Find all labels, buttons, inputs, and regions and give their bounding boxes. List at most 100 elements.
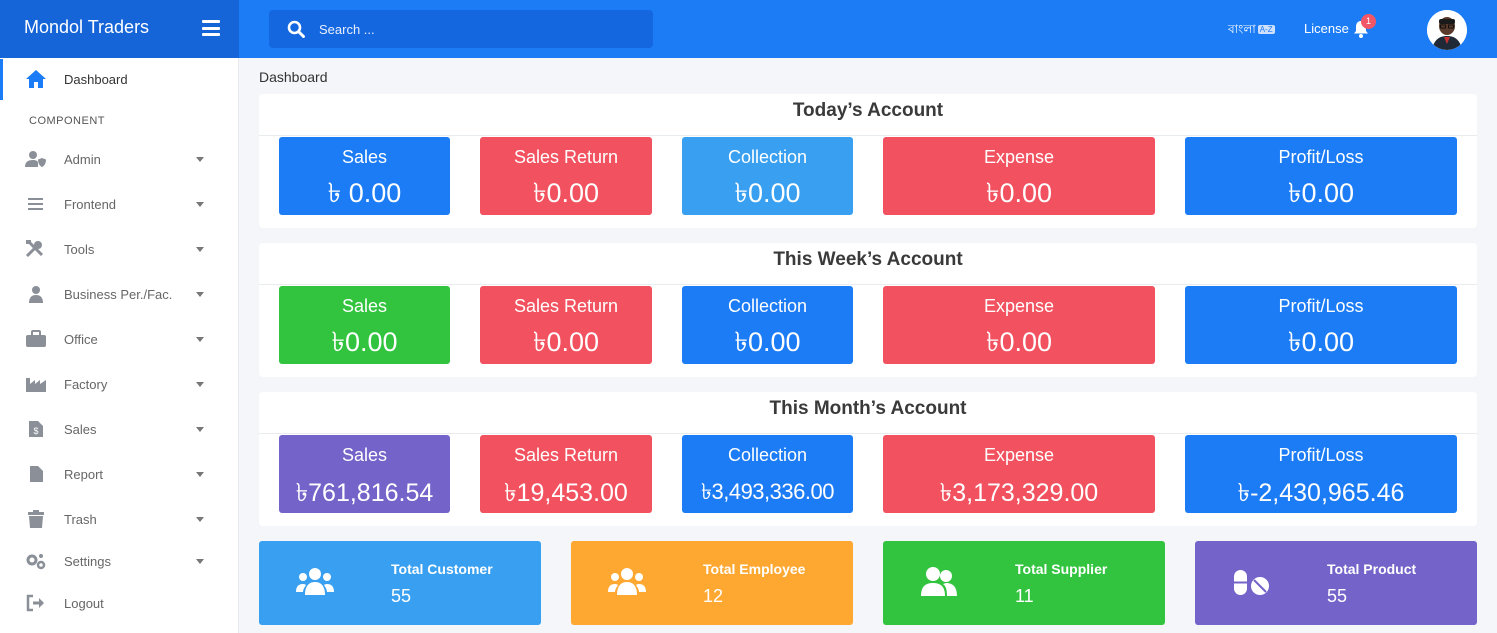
stat-card-profit-loss[interactable]: Profit/Loss ৳-2,430,965.46 <box>1185 435 1457 513</box>
sidebar-item-label: Business Per./Fac. <box>64 287 173 302</box>
sidebar-item-label: Trash <box>64 512 97 527</box>
sidebar-item-office[interactable]: Office <box>0 322 239 356</box>
sidebar-item-dashboard[interactable]: Dashboard <box>0 59 239 100</box>
sidebar-item-report[interactable]: Report <box>0 457 239 491</box>
sidebar-item-label: Frontend <box>64 197 117 212</box>
chevron-down-icon <box>196 202 204 207</box>
stat-value: ৳0.00 <box>734 178 801 208</box>
stat-label: Sales Return <box>513 296 619 316</box>
notification-badge: 1 <box>1361 14 1376 29</box>
stat-value: ৳0.00 <box>734 327 801 357</box>
stat-value: ৳3,493,336.00 <box>701 479 834 504</box>
language-switch[interactable]: বাংলা A-Z <box>1228 21 1275 41</box>
stat-card-expense[interactable]: Expense ৳0.00 <box>883 286 1155 364</box>
sidebar-item-label: Admin <box>64 152 101 167</box>
sidebar-item-frontend[interactable]: Frontend <box>0 187 239 221</box>
bars-icon <box>28 198 43 210</box>
card-value: 11 <box>1015 586 1034 606</box>
stat-card-sales-return[interactable]: Sales Return ৳0.00 <box>480 137 652 215</box>
stat-card-expense[interactable]: Expense ৳0.00 <box>883 137 1155 215</box>
stat-label: Sales <box>341 147 388 167</box>
industry-icon <box>26 378 46 392</box>
file-invoice-dollar-icon: $ <box>29 421 43 437</box>
menu-toggle-icon[interactable] <box>202 20 220 36</box>
total-product-card[interactable]: Total Product 55 <box>1195 541 1477 625</box>
sidebar-item-logout[interactable]: Logout <box>0 586 239 620</box>
total-supplier-card[interactable]: Total Supplier 11 <box>883 541 1165 625</box>
users-icon <box>296 568 334 595</box>
sidebar-item-label: Dashboard <box>64 72 128 87</box>
search-input[interactable] <box>319 10 639 48</box>
stat-label: Sales <box>341 296 388 316</box>
user-shield-icon <box>25 151 46 167</box>
license-link[interactable]: License <box>1304 21 1349 36</box>
sidebar-item-label: Factory <box>64 377 108 392</box>
stat-label: Profit/Loss <box>1278 147 1364 167</box>
file-icon <box>30 466 43 482</box>
stat-label: Expense <box>983 296 1055 316</box>
trash-icon <box>28 510 44 528</box>
chevron-down-icon <box>196 247 204 252</box>
stat-card-profit-loss[interactable]: Profit/Loss ৳0.00 <box>1185 286 1457 364</box>
stat-label: Sales Return <box>513 147 619 167</box>
stat-label: Collection <box>727 147 808 167</box>
sidebar-item-business[interactable]: Business Per./Fac. <box>0 277 239 311</box>
total-employee-card[interactable]: Total Employee 12 <box>571 541 853 625</box>
search-icon[interactable] <box>287 20 305 38</box>
divider <box>259 433 1477 434</box>
stat-card-profit-loss[interactable]: Profit/Loss ৳0.00 <box>1185 137 1457 215</box>
stat-card-collection[interactable]: Collection ৳3,493,336.00 <box>682 435 853 513</box>
stat-card-collection[interactable]: Collection ৳0.00 <box>682 286 853 364</box>
sidebar-item-factory[interactable]: Factory <box>0 367 239 401</box>
stat-card-sales[interactable]: Sales ৳ 0.00 <box>279 137 450 215</box>
sidebar-item-label: Tools <box>64 242 95 257</box>
stat-card-collection[interactable]: Collection ৳0.00 <box>682 137 853 215</box>
sidebar-item-label: Logout <box>64 596 104 611</box>
sidebar-item-label: Office <box>64 332 98 347</box>
sidebar-item-label: Report <box>64 467 104 482</box>
stat-value: ৳0.00 <box>986 178 1052 208</box>
chevron-down-icon <box>196 157 204 162</box>
panel-title: This Month’s Account <box>769 398 967 419</box>
sidebar-item-admin[interactable]: Admin <box>0 142 239 176</box>
today-account-panel: Today’s Account Sales ৳ 0.00 Sales Retur… <box>259 94 1477 228</box>
stat-value: ৳ 0.00 <box>327 178 402 208</box>
language-badge: A-Z <box>1257 25 1275 35</box>
tools-icon <box>25 240 44 258</box>
chevron-down-icon <box>196 292 204 297</box>
stat-value: ৳0.00 <box>533 178 599 208</box>
users-icon <box>608 568 646 595</box>
stat-label: Profit/Loss <box>1278 445 1364 465</box>
stat-value: ৳761,816.54 <box>295 479 434 507</box>
stat-value: ৳0.00 <box>1288 327 1354 357</box>
search-box <box>269 10 653 48</box>
panel-title: This Week’s Account <box>773 249 963 270</box>
stat-card-sales-return[interactable]: Sales Return ৳19,453.00 <box>480 435 652 513</box>
divider <box>259 284 1477 285</box>
sidebar-item-trash[interactable]: Trash <box>0 502 239 536</box>
stat-value: ৳0.00 <box>986 327 1052 357</box>
sign-out-icon <box>26 594 44 612</box>
avatar[interactable] <box>1427 10 1467 50</box>
sidebar-item-tools[interactable]: Tools <box>0 232 239 266</box>
brand-name[interactable]: Mondol Traders <box>24 17 149 38</box>
stat-card-sales-return[interactable]: Sales Return ৳0.00 <box>480 286 652 364</box>
stat-label: Collection <box>727 445 808 465</box>
sidebar-item-sales[interactable]: $ Sales <box>0 412 239 446</box>
cogs-icon <box>26 554 46 570</box>
card-title: Total Customer <box>391 561 493 577</box>
month-account-panel: This Month’s Account Sales ৳761,816.54 S… <box>259 392 1477 526</box>
sidebar-item-settings[interactable]: Settings <box>0 544 239 578</box>
total-customer-card[interactable]: Total Customer 55 <box>259 541 541 625</box>
sidebar-item-label: Settings <box>64 554 111 569</box>
stat-card-sales[interactable]: Sales ৳0.00 <box>279 286 450 364</box>
chevron-down-icon <box>196 337 204 342</box>
stat-card-expense[interactable]: Expense ৳3,173,329.00 <box>883 435 1155 513</box>
stat-value: ৳0.00 <box>331 327 398 357</box>
breadcrumb: Dashboard <box>259 69 328 85</box>
stat-card-sales[interactable]: Sales ৳761,816.54 <box>279 435 450 513</box>
stat-label: Expense <box>983 147 1055 167</box>
divider <box>259 135 1477 136</box>
top-navbar: Mondol Traders বাংলাA-Z License 1 <box>0 0 1497 58</box>
card-title: Total Product <box>1327 561 1417 577</box>
